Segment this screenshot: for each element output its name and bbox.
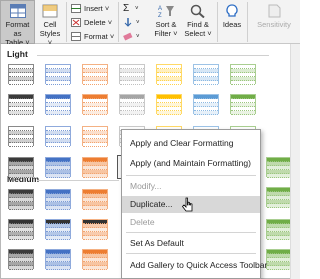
table-style-swatch[interactable] — [8, 126, 34, 147]
format-button[interactable]: Format ˅ — [71, 31, 114, 42]
table-style-swatch[interactable] — [82, 189, 108, 210]
fill-dropdown-icon: ˅ — [136, 19, 140, 26]
gallery-scrollbar[interactable] — [290, 44, 300, 279]
ideas-button[interactable]: Ideas — [221, 1, 243, 43]
table-style-swatch[interactable] — [193, 64, 219, 85]
find-select-button[interactable]: Find & Select ˅ — [183, 1, 213, 43]
format-as-table-button[interactable]: Format as Table ˅ — [0, 0, 35, 47]
fill-button[interactable]: ˅ — [123, 17, 140, 28]
table-style-swatch[interactable] — [45, 249, 71, 270]
delete-label: Delete ˅ — [84, 18, 113, 27]
cell-styles-label-1: Cell — [43, 20, 57, 29]
ribbon: Format as Table ˅ Cell Styles ˅ Insert ˅… — [0, 0, 300, 47]
table-style-swatch[interactable] — [82, 94, 108, 115]
svg-text:A: A — [158, 6, 162, 12]
format-as-table-label-1: Format as — [5, 20, 30, 38]
svg-text:Z: Z — [158, 13, 162, 18]
format-icon — [71, 32, 81, 41]
table-style-swatch[interactable] — [266, 219, 292, 240]
delete-icon — [71, 18, 81, 27]
lightbulb-icon — [224, 4, 240, 18]
table-style-swatch[interactable] — [82, 157, 108, 178]
sort-filter-label-2: Filter ˅ — [154, 29, 178, 38]
table-style-swatch[interactable] — [266, 187, 292, 208]
autosum-button[interactable]: Σ ˅ — [123, 3, 139, 14]
cell-styles-button[interactable]: Cell Styles ˅ — [37, 1, 63, 47]
sensitivity-label: Sensitivity — [257, 20, 291, 29]
autosum-dropdown-icon: ˅ — [135, 5, 139, 12]
table-style-swatch[interactable] — [82, 249, 108, 270]
ribbon-separator — [118, 2, 119, 42]
insert-label: Insert ˅ — [84, 4, 110, 13]
table-style-swatch[interactable] — [156, 64, 182, 85]
find-select-label-2: Select ˅ — [184, 29, 212, 38]
table-style-swatch[interactable] — [8, 189, 34, 210]
menu-separator — [126, 232, 256, 233]
table-style-swatch[interactable] — [82, 219, 108, 240]
delete-button[interactable]: Delete ˅ — [71, 17, 112, 28]
cell-styles-icon — [42, 4, 58, 18]
ribbon-separator — [66, 2, 67, 42]
table-style-swatch[interactable] — [119, 94, 145, 115]
table-style-swatch[interactable] — [119, 64, 145, 85]
table-style-swatch[interactable] — [45, 64, 71, 85]
table-style-swatch[interactable] — [45, 157, 71, 178]
section-divider — [37, 180, 119, 181]
table-style-swatch[interactable] — [45, 94, 71, 115]
section-light-heading: Light — [7, 49, 28, 59]
table-style-swatch[interactable] — [193, 94, 219, 115]
table-style-swatch[interactable] — [45, 126, 71, 147]
table-style-swatch[interactable] — [156, 94, 182, 115]
table-style-swatch[interactable] — [266, 157, 292, 178]
section-divider — [37, 55, 269, 56]
sensitivity-icon — [266, 4, 282, 18]
menu-separator — [126, 175, 256, 176]
menu-item-delete[interactable]: Delete — [122, 214, 260, 231]
menu-item-modify[interactable]: Modify... — [122, 178, 260, 195]
table-style-swatch[interactable] — [45, 189, 71, 210]
ribbon-separator — [247, 2, 248, 42]
magnifier-icon — [190, 4, 206, 19]
table-style-swatch[interactable] — [8, 219, 34, 240]
find-select-label-1: Find & — [187, 20, 209, 29]
mouse-pointer-icon — [182, 197, 193, 212]
menu-item-add-to-qat[interactable]: Add Gallery to Quick Access Toolbar — [122, 257, 267, 274]
table-style-swatch[interactable] — [82, 126, 108, 147]
sort-filter-icon: AZ — [158, 4, 174, 19]
table-style-swatch[interactable] — [8, 64, 34, 85]
table-style-swatch[interactable] — [266, 249, 292, 270]
table-style-swatch[interactable] — [45, 219, 71, 240]
insert-button[interactable]: Insert ˅ — [71, 3, 109, 14]
ideas-label: Ideas — [222, 20, 242, 29]
table-style-swatch[interactable] — [230, 94, 256, 115]
autosum-icon: Σ — [123, 3, 130, 14]
sensitivity-button[interactable]: Sensitivity — [250, 1, 298, 43]
table-style-swatch[interactable] — [8, 94, 34, 115]
clear-button[interactable]: ˅ — [123, 31, 140, 42]
table-style-swatch[interactable] — [8, 157, 34, 178]
table-icon — [9, 4, 26, 18]
menu-separator — [126, 253, 256, 254]
format-label: Format ˅ — [84, 32, 115, 41]
sort-filter-button[interactable]: AZ Sort & Filter ˅ — [151, 1, 181, 43]
eraser-icon — [123, 32, 133, 41]
table-style-swatch[interactable] — [230, 64, 256, 85]
insert-icon — [71, 4, 81, 13]
table-style-swatch[interactable] — [82, 64, 108, 85]
sort-filter-label-1: Sort & — [155, 20, 177, 29]
fill-down-icon — [123, 18, 133, 27]
menu-item-set-default[interactable]: Set As Default — [122, 235, 260, 252]
clear-dropdown-icon: ˅ — [136, 33, 140, 40]
menu-item-apply-clear[interactable]: Apply and Clear Formatting — [122, 135, 260, 152]
table-style-swatch[interactable] — [8, 249, 34, 270]
ribbon-separator — [217, 2, 218, 42]
menu-item-apply-maintain[interactable]: Apply (and Maintain Formatting) — [122, 155, 260, 172]
